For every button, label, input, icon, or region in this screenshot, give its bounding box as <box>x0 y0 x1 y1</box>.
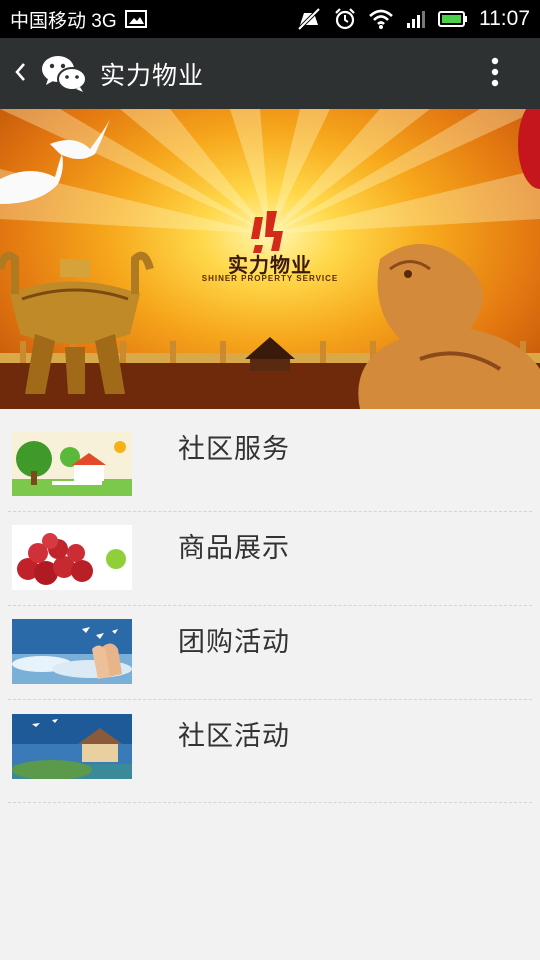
more-menu-button[interactable] <box>470 38 520 109</box>
back-button[interactable] <box>2 38 38 109</box>
page-title: 实力物业 <box>100 60 205 90</box>
menu-label: 社区活动 <box>178 721 290 752</box>
menu-label: 团购活动 <box>178 627 290 658</box>
image-icon <box>124 9 147 29</box>
brand-subtitle: SHINER PROPERTY SERVICE <box>201 274 339 283</box>
mute-icon <box>296 7 322 31</box>
community-service-thumbnail <box>12 431 132 496</box>
group-buy-thumbnail <box>12 619 132 684</box>
signal-icon <box>405 9 427 29</box>
community-activity-thumbnail <box>12 714 132 779</box>
menu-label: 商品展示 <box>178 533 290 564</box>
list-item-community-activity[interactable]: 社区活动 <box>8 700 532 803</box>
carrier-label: 中国移动 3G <box>10 10 117 32</box>
wechat-icon <box>38 48 90 100</box>
list-item-group-buy[interactable]: 团购活动 <box>8 606 532 700</box>
chevron-left-icon <box>13 61 27 87</box>
wifi-icon <box>368 8 394 30</box>
status-bar: 中国移动 3G 11:07 <box>0 0 540 38</box>
banner-image: 实力物业 SHINER PROPERTY SERVICE <box>0 109 540 409</box>
clock-time: 11:07 <box>479 7 530 30</box>
list-item-product-display[interactable]: 商品展示 <box>8 512 532 606</box>
alarm-icon <box>333 7 357 31</box>
list-item-community-service[interactable]: 社区服务 <box>8 409 532 512</box>
more-vertical-icon <box>491 57 499 91</box>
title-bar: 实力物业 <box>0 38 540 109</box>
menu-label: 社区服务 <box>178 434 290 465</box>
apples-thumbnail <box>12 525 132 590</box>
battery-icon <box>438 10 468 28</box>
menu-list: 社区服务 商品展示 团购活动 社区活动 <box>0 409 540 803</box>
